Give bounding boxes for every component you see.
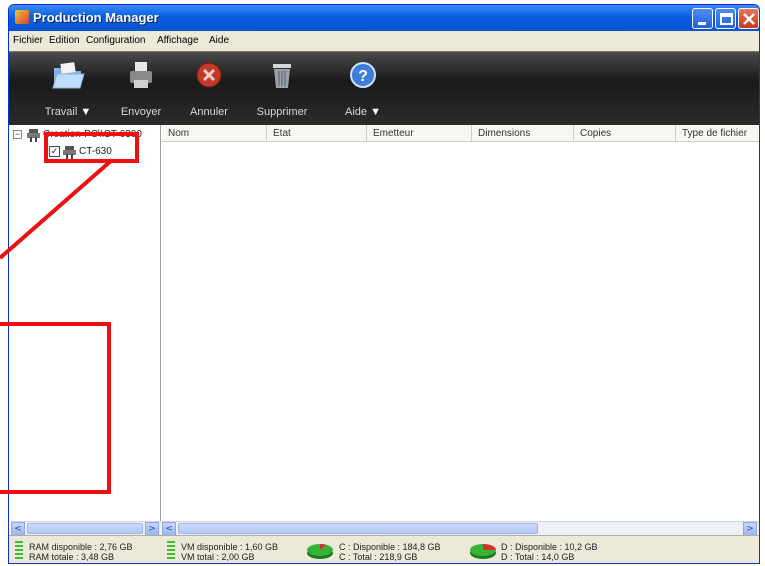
help-icon: ? <box>350 62 376 88</box>
column-dimensions[interactable]: Dimensions <box>472 125 574 142</box>
menu-configuration[interactable]: Configuration <box>86 35 145 46</box>
printer-icon <box>130 62 152 88</box>
disk-pie-icon <box>307 543 333 559</box>
scroll-left-button[interactable]: < <box>162 522 176 536</box>
travail-label: Travail <box>44 106 78 118</box>
column-copies[interactable]: Copies <box>574 125 676 142</box>
workspace: − Creation-PC\\CT-6300 ✓ CT-630 < > Nom … <box>9 125 759 536</box>
menu-affichage[interactable]: Affichage <box>157 35 199 46</box>
close-button[interactable] <box>738 8 759 29</box>
annuler-button[interactable]: Annuler <box>181 58 237 124</box>
column-etat[interactable]: Etat <box>267 125 367 142</box>
travail-dropdown-icon: ▼ <box>80 106 92 118</box>
disk-pie-icon <box>470 544 496 559</box>
envoyer-label: Envoyer <box>120 106 162 118</box>
vm-stats: VM disponible : 1,60 GB VM total : 2,00 … <box>181 542 278 562</box>
c-total: C : Total : 218,9 GB <box>339 552 418 562</box>
aide-button[interactable]: ? Aide ▼ <box>333 58 393 124</box>
maximize-button[interactable] <box>715 8 736 29</box>
d-drive-stats: D : Disponible : 10,2 GB D : Total : 14,… <box>501 542 598 562</box>
aide-dropdown-icon: ▼ <box>370 106 381 118</box>
scroll-thumb[interactable] <box>27 523 143 534</box>
column-type-de-fichier[interactable]: Type de fichier <box>676 125 759 142</box>
d-available: D : Disponible : 10,2 GB <box>501 542 598 552</box>
callout-small-box <box>44 132 139 163</box>
ram-stats: RAM disponible : 2,76 GB RAM totale : 3,… <box>29 542 133 562</box>
collapse-icon[interactable]: − <box>13 130 22 139</box>
callout-large-box <box>0 322 111 494</box>
ram-available: RAM disponible : 2,76 GB <box>29 542 133 552</box>
status-bar: RAM disponible : 2,76 GB RAM totale : 3,… <box>9 535 759 563</box>
scroll-left-button[interactable]: < <box>11 522 25 536</box>
menu-edition[interactable]: Edition <box>49 35 80 46</box>
vm-bar-icon <box>167 541 175 561</box>
vm-total: VM total : 2,00 GB <box>181 552 255 562</box>
aide-label: Aide <box>345 106 368 118</box>
scroll-thumb[interactable] <box>178 523 538 534</box>
title-bar: Production Manager <box>9 5 759 31</box>
travail-button[interactable]: Travail ▼ <box>33 58 103 124</box>
menu-aide[interactable]: Aide <box>209 35 229 46</box>
ram-total: RAM totale : 3,48 GB <box>29 552 115 562</box>
ram-bar-icon <box>15 541 23 561</box>
c-available: C : Disponible : 184,8 GB <box>339 542 441 552</box>
cancel-icon <box>196 62 222 88</box>
job-list[interactable]: Nom Etat Emetteur Dimensions Copies Type… <box>162 125 759 536</box>
menu-bar: Fichier Edition Configuration Affichage … <box>9 31 759 51</box>
annuler-label: Annuler <box>190 106 228 118</box>
list-header: Nom Etat Emetteur Dimensions Copies Type… <box>162 125 759 142</box>
supprimer-label: Supprimer <box>256 106 308 118</box>
app-icon <box>15 10 29 24</box>
folder-open-icon <box>52 62 85 89</box>
trash-icon <box>273 64 291 88</box>
d-total: D : Total : 14,0 GB <box>501 552 575 562</box>
window-title: Production Manager <box>33 10 159 25</box>
toolbar: Travail ▼ Envoyer Annuler Supprimer ? Ai… <box>9 51 759 125</box>
scroll-right-button[interactable]: > <box>145 522 159 536</box>
printer-tree-icon <box>27 129 40 142</box>
column-nom[interactable]: Nom <box>162 125 267 142</box>
column-emetteur[interactable]: Emetteur <box>367 125 472 142</box>
c-drive-stats: C : Disponible : 184,8 GB C : Total : 21… <box>339 542 441 562</box>
tree-horizontal-scrollbar[interactable]: < > <box>11 521 161 536</box>
supprimer-button[interactable]: Supprimer <box>249 58 315 124</box>
minimize-button[interactable] <box>692 8 713 29</box>
scroll-right-button[interactable]: > <box>743 522 757 536</box>
menu-fichier[interactable]: Fichier <box>13 35 43 46</box>
envoyer-button[interactable]: Envoyer <box>113 58 169 124</box>
list-horizontal-scrollbar[interactable]: < > <box>162 521 759 536</box>
vm-available: VM disponible : 1,60 GB <box>181 542 279 552</box>
app-window: Production Manager Fichier Edition Confi… <box>8 4 760 564</box>
svg-text:?: ? <box>358 68 368 85</box>
